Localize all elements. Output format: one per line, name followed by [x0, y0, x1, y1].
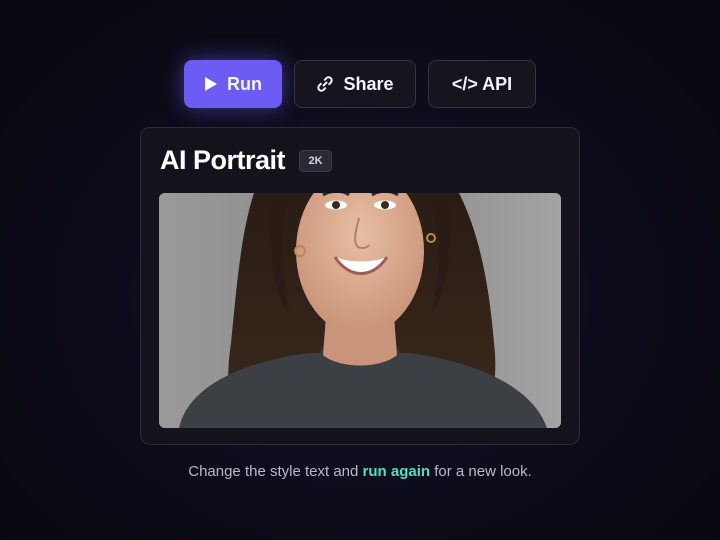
api-button-label: </> API	[451, 73, 513, 94]
portrait-image	[159, 193, 561, 428]
caption-text-before: Change the style text and	[188, 463, 363, 480]
portrait-card: AI Portrait 2K	[140, 127, 580, 445]
card-title: AI Portrait	[160, 145, 286, 175]
run-again-highlight: run again	[362, 463, 431, 480]
resolution-badge: 2K	[299, 150, 332, 172]
run-button-label: Run	[227, 73, 262, 94]
share-button-label: Share	[343, 73, 394, 94]
play-icon	[204, 76, 218, 92]
caption-text-after: for a new look.	[430, 463, 532, 480]
api-button[interactable]: </> API	[428, 60, 536, 108]
hint-caption: Change the style text and run again for …	[0, 463, 720, 480]
link-icon	[316, 75, 334, 93]
run-button[interactable]: Run	[184, 60, 282, 108]
share-button[interactable]: Share	[294, 60, 416, 108]
toolbar: Run Share </> API	[0, 60, 720, 108]
